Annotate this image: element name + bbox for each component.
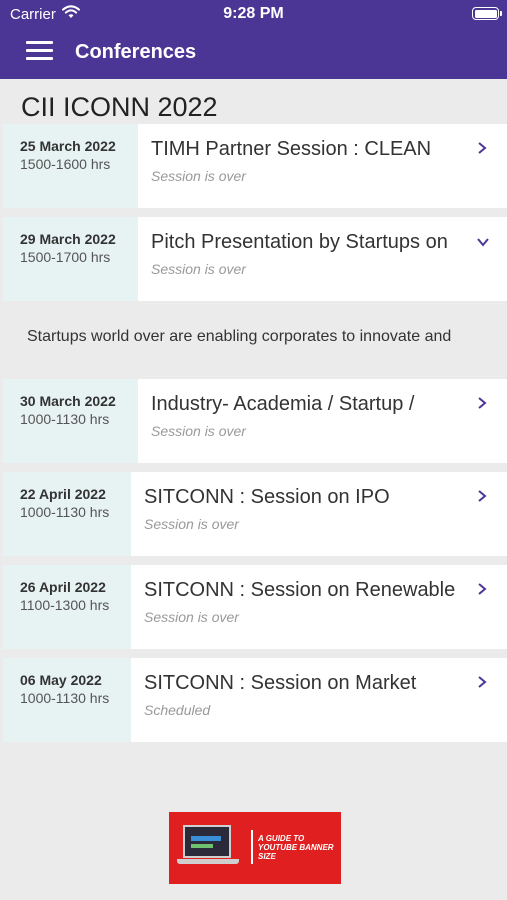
session-date: 25 March 2022 — [20, 138, 116, 154]
chevron-down-icon[interactable] — [477, 237, 489, 247]
session-status: Scheduled — [144, 702, 211, 718]
session-title: SITCONN : Session on Renewable — [144, 579, 456, 601]
laptop-icon — [183, 825, 231, 858]
session-status: Session is over — [151, 423, 246, 439]
session-title: TIMH Partner Session : CLEAN — [151, 138, 432, 160]
session-date: 22 April 2022 — [20, 486, 106, 502]
session-row[interactable]: 06 May 2022 1000-1130 hrs SITCONN : Sess… — [3, 658, 507, 742]
session-status: Session is over — [144, 609, 239, 625]
chevron-right-icon[interactable] — [477, 142, 487, 154]
session-time: 1000-1130 hrs — [20, 690, 110, 706]
session-time: 1000-1130 hrs — [20, 411, 110, 427]
session-date-column: 29 March 2022 1500-1700 hrs — [3, 217, 138, 301]
session-status: Session is over — [144, 516, 239, 532]
session-date-column: 26 April 2022 1100-1300 hrs — [3, 565, 131, 649]
session-status: Session is over — [151, 261, 246, 277]
nav-bar: Conferences — [0, 30, 507, 79]
laptop-base — [177, 859, 239, 864]
session-time: 1500-1600 hrs — [20, 156, 111, 172]
session-row[interactable]: 30 March 2022 1000-1130 hrs Industry- Ac… — [3, 379, 507, 463]
chevron-right-icon[interactable] — [477, 583, 487, 595]
session-date-column: 06 May 2022 1000-1130 hrs — [3, 658, 131, 742]
session-date-column: 25 March 2022 1500-1600 hrs — [3, 124, 138, 208]
session-title: SITCONN : Session on Market — [144, 672, 417, 694]
session-row[interactable]: 25 March 2022 1500-1600 hrs TIMH Partner… — [3, 124, 507, 208]
chevron-right-icon[interactable] — [477, 490, 487, 502]
session-time: 1500-1700 hrs — [20, 249, 111, 265]
session-date-column: 30 March 2022 1000-1130 hrs — [3, 379, 138, 463]
session-row[interactable]: 26 April 2022 1100-1300 hrs SITCONN : Se… — [3, 565, 507, 649]
session-title: SITCONN : Session on IPO — [144, 486, 390, 508]
hamburger-menu-icon[interactable] — [26, 41, 53, 63]
chevron-right-icon[interactable] — [477, 397, 487, 409]
session-row-expanded[interactable]: 29 March 2022 1500-1700 hrs Pitch Presen… — [3, 217, 507, 301]
session-description: Startups world over are enabling corpora… — [27, 328, 452, 345]
battery-icon — [472, 7, 502, 20]
nav-title: Conferences — [75, 41, 197, 63]
session-time: 1000-1130 hrs — [20, 504, 110, 520]
clock: 9:28 PM — [223, 5, 284, 22]
session-time: 1100-1300 hrs — [20, 597, 110, 613]
session-status: Session is over — [151, 168, 246, 184]
session-date-column: 22 April 2022 1000-1130 hrs — [3, 472, 131, 556]
session-description-panel: Startups world over are enabling corpora… — [3, 302, 507, 372]
chevron-right-icon[interactable] — [477, 676, 487, 688]
session-date: 26 April 2022 — [20, 579, 106, 595]
session-title: Industry- Academia / Startup / — [151, 393, 415, 415]
status-bar: Carrier 9:28 PM — [0, 0, 507, 30]
ad-text: A GUIDE TO YOUTUBE BANNER SIZE — [258, 834, 334, 861]
session-row[interactable]: 22 April 2022 1000-1130 hrs SITCONN : Se… — [3, 472, 507, 556]
session-title: Pitch Presentation by Startups on — [151, 231, 448, 253]
session-date: 30 March 2022 — [20, 393, 116, 409]
ad-divider — [251, 830, 253, 864]
ad-banner[interactable]: A GUIDE TO YOUTUBE BANNER SIZE — [169, 812, 341, 884]
session-date: 29 March 2022 — [20, 231, 116, 247]
event-title: CII ICONN 2022 — [21, 92, 218, 122]
session-date: 06 May 2022 — [20, 672, 102, 688]
